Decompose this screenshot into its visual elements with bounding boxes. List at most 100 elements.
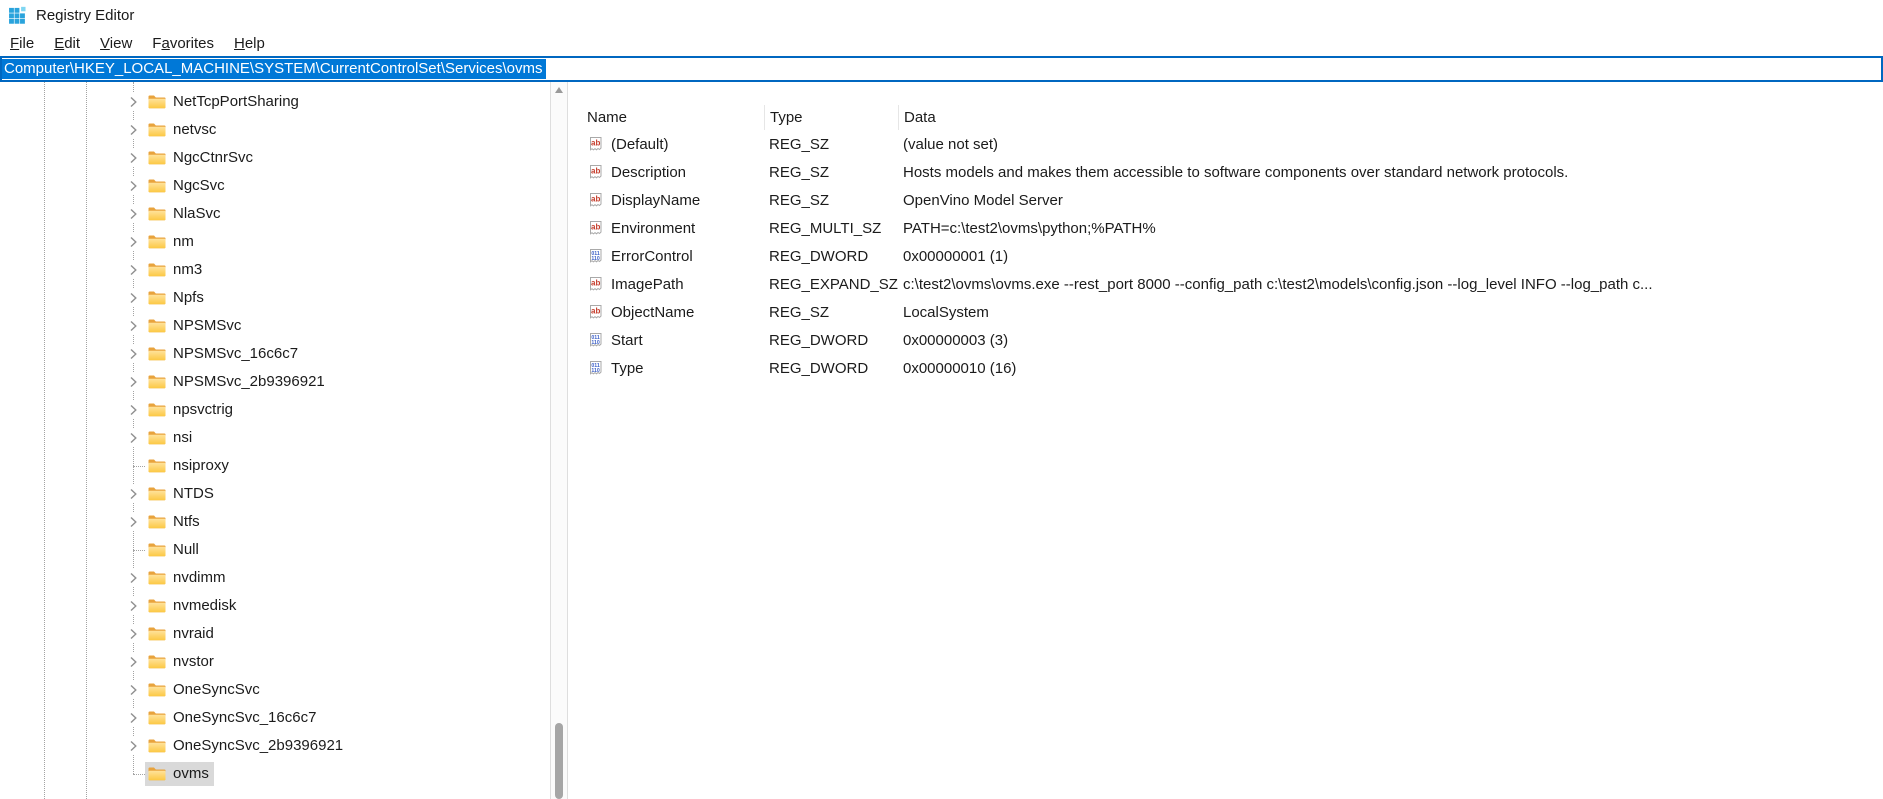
- folder-icon: [148, 123, 166, 137]
- tree-item-body[interactable]: NPSMSvc: [145, 314, 246, 338]
- tree-item-body[interactable]: netvsc: [145, 118, 221, 142]
- tree-item-body[interactable]: NTDS: [145, 482, 219, 506]
- tree-item-NetTcpPortSharing[interactable]: NetTcpPortSharing: [0, 88, 550, 116]
- tree-item-OneSyncSvc_16c6c7[interactable]: OneSyncSvc_16c6c7: [0, 704, 550, 732]
- tree-item-body[interactable]: NetTcpPortSharing: [145, 90, 304, 114]
- tree-item-NPSMSvc[interactable]: NPSMSvc: [0, 312, 550, 340]
- chevron-right-icon[interactable]: [124, 625, 142, 643]
- tree-item-nvmedisk[interactable]: nvmedisk: [0, 592, 550, 620]
- tree-item-label: OneSyncSvc_16c6c7: [173, 709, 316, 726]
- tree-scrollbar-thumb[interactable]: [555, 723, 563, 799]
- tree-item-Npfs[interactable]: Npfs: [0, 284, 550, 312]
- chevron-right-icon[interactable]: [124, 373, 142, 391]
- tree-item-nvraid[interactable]: nvraid: [0, 620, 550, 648]
- tree-item-netvsc[interactable]: netvsc: [0, 116, 550, 144]
- chevron-right-icon[interactable]: [124, 541, 142, 559]
- tree-item-ovms[interactable]: ovms: [0, 760, 550, 788]
- tree-item-NgcCtnrSvc[interactable]: NgcCtnrSvc: [0, 144, 550, 172]
- chevron-right-icon[interactable]: [124, 317, 142, 335]
- chevron-right-icon[interactable]: [124, 149, 142, 167]
- tree-item-body[interactable]: nsiproxy: [145, 454, 234, 478]
- tree-item-body[interactable]: nm3: [145, 258, 207, 282]
- registry-value-row[interactable]: ab 011 110 ImagePath REG_EXPAND_SZ c:\te…: [572, 270, 1883, 298]
- tree-item-body[interactable]: nsi: [145, 426, 197, 450]
- chevron-right-icon[interactable]: [124, 709, 142, 727]
- chevron-right-icon[interactable]: [124, 597, 142, 615]
- tree-item-body[interactable]: nvstor: [145, 650, 219, 674]
- chevron-right-icon[interactable]: [124, 653, 142, 671]
- tree-item-body[interactable]: NPSMSvc_16c6c7: [145, 342, 303, 366]
- tree-item-body[interactable]: NgcSvc: [145, 174, 230, 198]
- registry-value-row[interactable]: ab 011 110 (Default) REG_SZ (value not s…: [572, 130, 1883, 158]
- tree-item-body[interactable]: nm: [145, 230, 199, 254]
- tree-item-body[interactable]: nvdimm: [145, 566, 231, 590]
- registry-value-row[interactable]: ab 011 110 ErrorControl REG_DWORD 0x0000…: [572, 242, 1883, 270]
- chevron-right-icon[interactable]: [124, 765, 142, 783]
- chevron-right-icon[interactable]: [124, 93, 142, 111]
- registry-value-row[interactable]: ab 011 110 Description REG_SZ Hosts mode…: [572, 158, 1883, 186]
- tree-item-NlaSvc[interactable]: NlaSvc: [0, 200, 550, 228]
- chevron-right-icon[interactable]: [124, 681, 142, 699]
- column-header-name[interactable]: Name: [572, 105, 764, 130]
- tree-item-body[interactable]: nvmedisk: [145, 594, 241, 618]
- tree-item-NPSMSvc_16c6c7[interactable]: NPSMSvc_16c6c7: [0, 340, 550, 368]
- address-bar[interactable]: Computer\HKEY_LOCAL_MACHINE\SYSTEM\Curre…: [0, 56, 1883, 82]
- tree-item-body[interactable]: ovms: [145, 762, 214, 786]
- chevron-right-icon[interactable]: [124, 121, 142, 139]
- registry-value-row[interactable]: ab 011 110 Start REG_DWORD 0x00000003 (3…: [572, 326, 1883, 354]
- registry-value-row[interactable]: ab 011 110 Type REG_DWORD 0x00000010 (16…: [572, 354, 1883, 382]
- chevron-right-icon[interactable]: [124, 737, 142, 755]
- registry-value-row[interactable]: ab 011 110 ObjectName REG_SZ LocalSystem: [572, 298, 1883, 326]
- tree-item-NgcSvc[interactable]: NgcSvc: [0, 172, 550, 200]
- chevron-right-icon[interactable]: [124, 513, 142, 531]
- chevron-right-icon[interactable]: [124, 569, 142, 587]
- tree-item-Null[interactable]: Null: [0, 536, 550, 564]
- chevron-right-icon[interactable]: [124, 177, 142, 195]
- tree-item-Ntfs[interactable]: Ntfs: [0, 508, 550, 536]
- tree-item-npsvctrig[interactable]: npsvctrig: [0, 396, 550, 424]
- tree-item-OneSyncSvc_2b9396921[interactable]: OneSyncSvc_2b9396921: [0, 732, 550, 760]
- string-value-icon: ab: [588, 136, 604, 152]
- chevron-right-icon[interactable]: [124, 485, 142, 503]
- menu-item-file[interactable]: File: [0, 33, 44, 54]
- tree-item-body[interactable]: Ntfs: [145, 510, 205, 534]
- tree-item-nvdimm[interactable]: nvdimm: [0, 564, 550, 592]
- tree-item-nsi[interactable]: nsi: [0, 424, 550, 452]
- column-header-type[interactable]: Type: [764, 105, 898, 130]
- tree-item-body[interactable]: OneSyncSvc_16c6c7: [145, 706, 321, 730]
- menu-item-edit[interactable]: Edit: [44, 33, 90, 54]
- menu-item-favorites[interactable]: Favorites: [142, 33, 224, 54]
- tree-item-body[interactable]: OneSyncSvc: [145, 678, 265, 702]
- tree-vertical-scrollbar[interactable]: [550, 82, 568, 799]
- chevron-right-icon[interactable]: [124, 261, 142, 279]
- chevron-right-icon[interactable]: [124, 401, 142, 419]
- tree-item-nm3[interactable]: nm3: [0, 256, 550, 284]
- chevron-right-icon[interactable]: [124, 457, 142, 475]
- tree-item-body[interactable]: NPSMSvc_2b9396921: [145, 370, 330, 394]
- chevron-right-icon[interactable]: [124, 345, 142, 363]
- tree-item-body[interactable]: Npfs: [145, 286, 209, 310]
- tree-item-body[interactable]: NgcCtnrSvc: [145, 146, 258, 170]
- registry-value-row[interactable]: ab 011 110 DisplayName REG_SZ OpenVino M…: [572, 186, 1883, 214]
- value-data: 0x00000001 (1): [898, 248, 1883, 265]
- tree-item-body[interactable]: NlaSvc: [145, 202, 226, 226]
- chevron-right-icon[interactable]: [124, 289, 142, 307]
- scrollbar-up-arrow-icon[interactable]: [555, 87, 563, 93]
- tree-item-nsiproxy[interactable]: nsiproxy: [0, 452, 550, 480]
- tree-item-NPSMSvc_2b9396921[interactable]: NPSMSvc_2b9396921: [0, 368, 550, 396]
- chevron-right-icon[interactable]: [124, 205, 142, 223]
- tree-item-nvstor[interactable]: nvstor: [0, 648, 550, 676]
- chevron-right-icon[interactable]: [124, 233, 142, 251]
- menu-item-view[interactable]: View: [90, 33, 142, 54]
- tree-item-body[interactable]: nvraid: [145, 622, 219, 646]
- menu-item-help[interactable]: Help: [224, 33, 275, 54]
- tree-item-OneSyncSvc[interactable]: OneSyncSvc: [0, 676, 550, 704]
- tree-item-body[interactable]: Null: [145, 538, 204, 562]
- tree-item-NTDS[interactable]: NTDS: [0, 480, 550, 508]
- tree-item-nm[interactable]: nm: [0, 228, 550, 256]
- tree-item-body[interactable]: npsvctrig: [145, 398, 238, 422]
- column-header-data[interactable]: Data: [898, 105, 1883, 130]
- registry-value-row[interactable]: ab 011 110 Environment REG_MULTI_SZ PATH…: [572, 214, 1883, 242]
- tree-item-body[interactable]: OneSyncSvc_2b9396921: [145, 734, 348, 758]
- chevron-right-icon[interactable]: [124, 429, 142, 447]
